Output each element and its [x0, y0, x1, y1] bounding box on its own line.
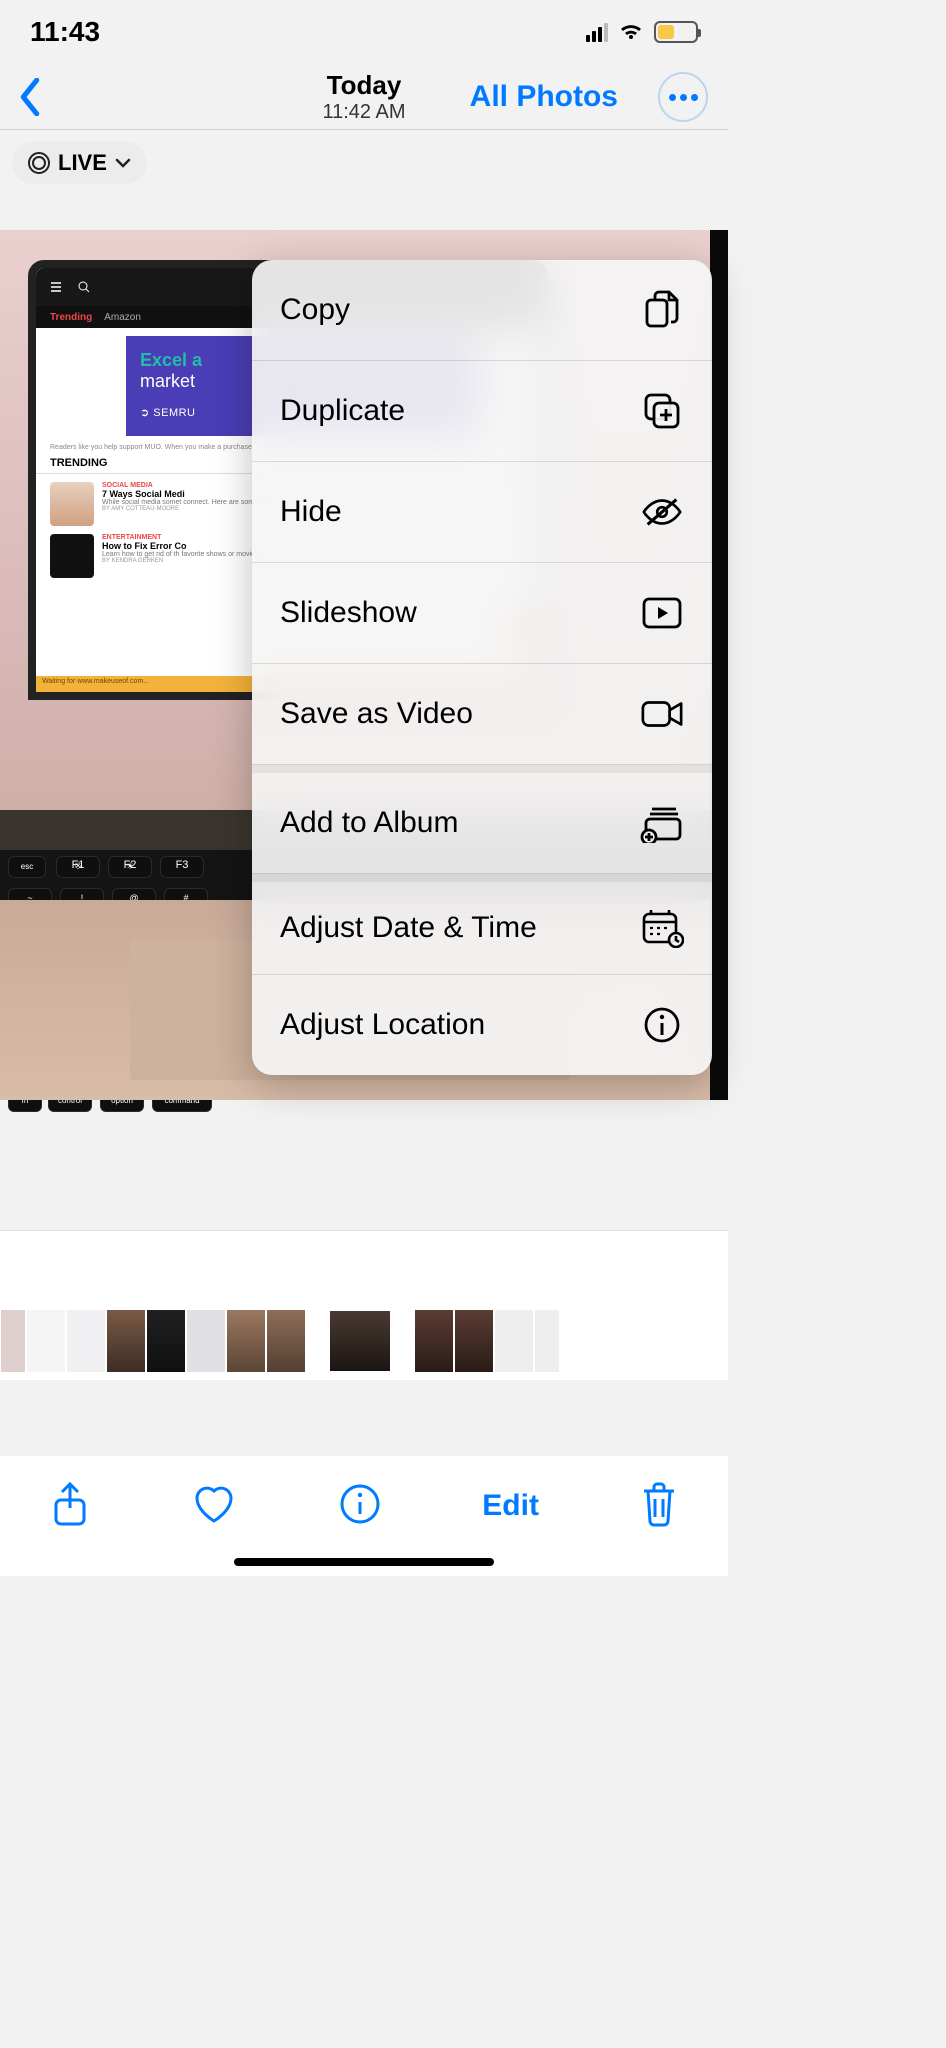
video-icon [640, 692, 684, 736]
menu-duplicate-label: Duplicate [280, 394, 405, 428]
delete-button[interactable] [640, 1481, 678, 1532]
thumbnail[interactable] [186, 1309, 226, 1373]
menu-add-album[interactable]: Add to Album [252, 765, 712, 874]
photo-viewer[interactable]: LIVE Trending Amazon Excel a market ➲ SE… [0, 130, 728, 1230]
cellular-icon [586, 23, 608, 42]
copy-icon [640, 288, 684, 332]
menu-adjust-date-label: Adjust Date & Time [280, 911, 537, 946]
album-add-icon [640, 801, 684, 845]
menu-slideshow[interactable]: Slideshow [252, 563, 712, 664]
chevron-down-icon [115, 158, 131, 168]
menu-copy-label: Copy [280, 293, 350, 327]
thumbnail[interactable] [146, 1309, 186, 1373]
info-button[interactable] [338, 1482, 382, 1531]
menu-adjust-location[interactable]: Adjust Location [252, 975, 712, 1075]
menu-copy[interactable]: Copy [252, 260, 712, 361]
thumbnail-current[interactable] [328, 1309, 392, 1373]
thumbnail-strip[interactable] [0, 1309, 560, 1373]
thumbnail[interactable] [226, 1309, 266, 1373]
battery-icon [654, 21, 698, 43]
thumbnail[interactable] [494, 1309, 534, 1373]
favorite-button[interactable] [191, 1483, 237, 1530]
live-icon [28, 152, 50, 174]
nav-title-group: Today 11:42 AM [322, 70, 405, 124]
thumbnail[interactable] [266, 1309, 306, 1373]
menu-slideshow-label: Slideshow [280, 596, 417, 630]
thumbnail[interactable] [454, 1309, 494, 1373]
ellipsis-icon [669, 94, 698, 101]
menu-hide-label: Hide [280, 495, 342, 529]
edit-button[interactable]: Edit [482, 1489, 539, 1523]
thumbnail-strip-area [0, 1230, 728, 1380]
thumbnail[interactable] [106, 1309, 146, 1373]
home-indicator[interactable] [234, 1558, 494, 1566]
status-time: 11:43 [30, 16, 100, 48]
share-button[interactable] [50, 1480, 90, 1533]
back-button[interactable] [16, 78, 44, 116]
menu-save-video[interactable]: Save as Video [252, 664, 712, 765]
live-badge[interactable]: LIVE [12, 142, 147, 184]
thumbnail[interactable] [414, 1309, 454, 1373]
wifi-icon [618, 22, 644, 42]
thumbnail[interactable] [66, 1309, 106, 1373]
status-icons [586, 21, 698, 43]
menu-adjust-location-label: Adjust Location [280, 1008, 485, 1042]
context-menu: Copy Duplicate Hide Slideshow Save as Vi… [252, 260, 712, 1075]
duplicate-icon [640, 389, 684, 433]
hide-icon [640, 490, 684, 534]
all-photos-button[interactable]: All Photos [470, 80, 618, 114]
play-icon [640, 591, 684, 635]
live-label: LIVE [58, 150, 107, 176]
menu-add-album-label: Add to Album [280, 806, 458, 840]
thumbnail[interactable] [534, 1309, 560, 1373]
nav-bar: Today 11:42 AM All Photos [0, 64, 728, 130]
calendar-clock-icon [640, 906, 684, 950]
more-button[interactable] [658, 72, 708, 122]
nav-title: Today [322, 70, 405, 101]
nav-subtitle: 11:42 AM [322, 101, 405, 124]
thumbnail[interactable] [0, 1309, 26, 1373]
location-info-icon [640, 1003, 684, 1047]
menu-duplicate[interactable]: Duplicate [252, 361, 712, 462]
next-photo-edge [710, 230, 728, 1100]
status-bar: 11:43 [0, 0, 728, 64]
thumbnail[interactable] [26, 1309, 66, 1373]
menu-adjust-date[interactable]: Adjust Date & Time [252, 874, 712, 975]
menu-save-video-label: Save as Video [280, 697, 473, 731]
menu-hide[interactable]: Hide [252, 462, 712, 563]
